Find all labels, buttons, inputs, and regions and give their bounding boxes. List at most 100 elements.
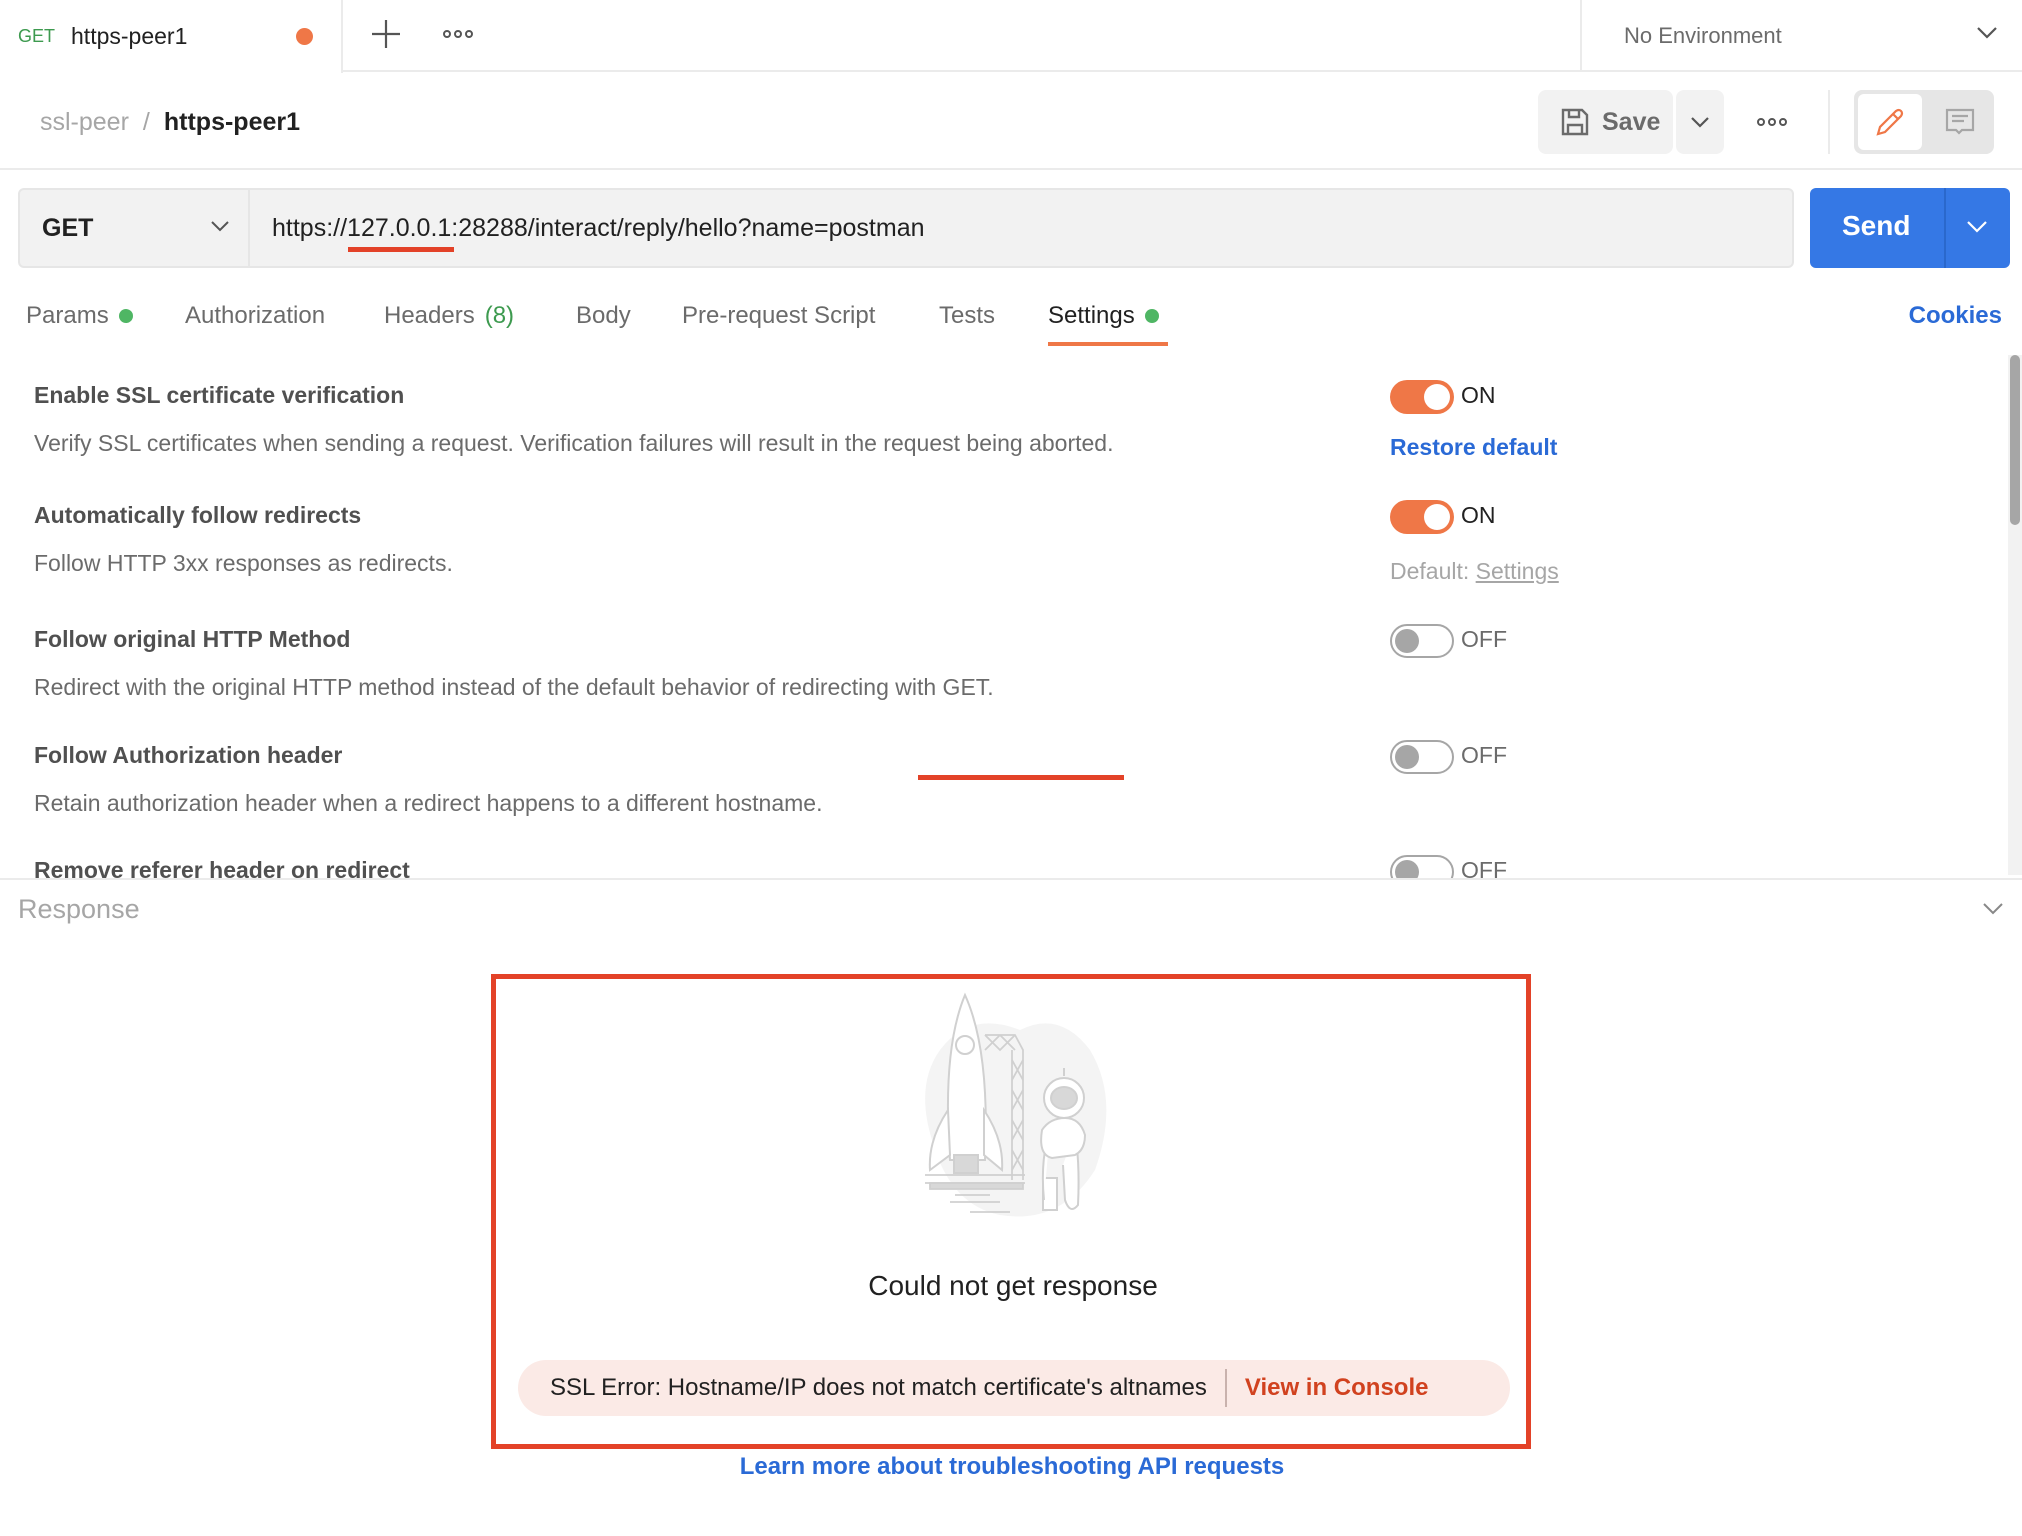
- setting-title: Enable SSL certificate verification: [34, 382, 405, 408]
- breadcrumb: ssl-peer / https-peer1: [40, 108, 300, 137]
- chevron-down-icon[interactable]: [1966, 220, 1988, 234]
- response-title: Response: [18, 894, 140, 924]
- ssl-verification-toggle[interactable]: [1390, 380, 1454, 414]
- follow-authorization-toggle[interactable]: [1390, 740, 1454, 774]
- tab-label: Body: [576, 302, 631, 329]
- method-select[interactable]: GET: [20, 190, 250, 266]
- green-dot-icon: [1144, 309, 1159, 323]
- chevron-down-icon: [1977, 27, 1997, 39]
- save-button[interactable]: Save: [1538, 90, 1673, 154]
- default-settings-link[interactable]: Settings: [1476, 558, 1559, 584]
- settings-panel: Enable SSL certificate verification Veri…: [0, 360, 2022, 878]
- view-in-console-link[interactable]: View in Console: [1245, 1374, 1429, 1402]
- response-message: Could not get response: [868, 1270, 1158, 1301]
- more-dot: [1779, 118, 1787, 126]
- tab-headers[interactable]: Headers (8): [384, 302, 514, 330]
- setting-title: Automatically follow redirects: [34, 502, 362, 528]
- tab-authorization[interactable]: Authorization: [185, 302, 325, 330]
- error-message: SSL Error: Hostname/IP does not match ce…: [550, 1374, 1207, 1401]
- url-bar: GET: [18, 188, 1794, 268]
- breadcrumb-separator: /: [142, 108, 150, 136]
- chevron-down-icon: [211, 221, 229, 232]
- breadcrumb-collection[interactable]: ssl-peer: [40, 108, 129, 137]
- toggle-state: ON: [1461, 502, 1496, 528]
- restore-default-link[interactable]: Restore default: [1390, 434, 1557, 461]
- setting-title: Remove referer header on redirect: [34, 857, 410, 878]
- tab-method: GET: [18, 26, 56, 46]
- tab-settings[interactable]: Settings: [1048, 302, 1159, 330]
- setting-description: Follow HTTP 3xx responses as redirects.: [34, 550, 453, 576]
- method-value: GET: [42, 213, 94, 242]
- setting-description: Verify SSL certificates when sending a r…: [34, 430, 1114, 456]
- setting-description: Retain authorization header when a redir…: [34, 790, 823, 816]
- unsaved-dot-icon: [296, 28, 313, 45]
- tab-label: Tests: [939, 302, 996, 329]
- tab-tests[interactable]: Tests: [939, 302, 995, 330]
- request-tab[interactable]: GET https-peer1: [0, 0, 343, 73]
- more-dot: [465, 30, 473, 38]
- environment-label: No Environment: [1624, 23, 1782, 48]
- view-mode-toggle: [1854, 90, 1994, 154]
- more-dot: [454, 30, 462, 38]
- setting-title: Follow original HTTP Method: [34, 626, 351, 652]
- default-prefix: Default:: [1390, 558, 1470, 584]
- learn-more-link[interactable]: Learn more about troubleshooting API req…: [0, 1453, 2022, 1481]
- toggle-state: ON: [1461, 382, 1496, 408]
- comments-button[interactable]: [1930, 94, 1990, 150]
- divider: [1944, 188, 1946, 268]
- remove-referer-toggle[interactable]: [1390, 855, 1454, 878]
- save-dropdown-button[interactable]: [1676, 90, 1724, 154]
- new-tab-button[interactable]: [368, 16, 404, 52]
- pencil-icon: [1876, 108, 1904, 136]
- setting-description: Redirect with the original HTTP method i…: [34, 674, 994, 700]
- request-more-button[interactable]: [1752, 108, 1792, 136]
- toggle-knob: [1424, 384, 1450, 410]
- scrollbar-thumb[interactable]: [2010, 355, 2020, 525]
- breadcrumb-request[interactable]: https-peer1: [164, 108, 300, 137]
- error-banner: SSL Error: Hostname/IP does not match ce…: [518, 1360, 1510, 1416]
- tab-bar: GET https-peer1 No Environment: [0, 0, 2022, 73]
- request-header: ssl-peer / https-peer1 Save: [0, 72, 2022, 170]
- toggle-state: OFF: [1461, 626, 1507, 652]
- tab-pre-request-script[interactable]: Pre-request Script: [682, 302, 875, 330]
- tab-label: Settings: [1048, 302, 1135, 329]
- divider: [1224, 1369, 1227, 1407]
- toggle-knob: [1424, 504, 1450, 530]
- annotation-underline: [348, 247, 454, 252]
- toggle-knob: [1395, 745, 1419, 769]
- request-tabs: Params Authorization Headers (8) Body Pr…: [0, 296, 2022, 350]
- plus-icon: [372, 20, 400, 48]
- tab-name: https-peer1: [71, 23, 188, 49]
- chevron-down-icon: [1691, 117, 1709, 128]
- more-horizontal-icon: [1757, 118, 1765, 126]
- tab-count: (8): [484, 302, 515, 329]
- environment-selector[interactable]: No Environment: [1580, 0, 2022, 72]
- rocket-astronaut-illustration: [925, 992, 1107, 1217]
- tab-body[interactable]: Body: [576, 302, 631, 330]
- green-dot-icon: [118, 309, 133, 323]
- more-horizontal-icon: [443, 30, 451, 38]
- chevron-down-icon[interactable]: [1982, 902, 2004, 916]
- url-input[interactable]: [272, 190, 1772, 266]
- divider: [1828, 90, 1830, 154]
- pane-divider[interactable]: [0, 878, 2022, 880]
- follow-redirects-toggle[interactable]: [1390, 500, 1454, 534]
- tab-label: Authorization: [185, 302, 326, 329]
- send-button[interactable]: Send: [1810, 188, 2010, 268]
- cookies-link[interactable]: Cookies: [1909, 302, 2002, 330]
- follow-original-method-toggle[interactable]: [1390, 624, 1454, 658]
- edit-mode-button[interactable]: [1858, 94, 1922, 150]
- comment-icon: [1945, 108, 1975, 135]
- tab-more-button[interactable]: [440, 20, 476, 48]
- floppy-disk-icon: [1561, 108, 1589, 136]
- toggle-knob: [1395, 860, 1419, 878]
- tab-label: Pre-request Script: [682, 302, 876, 329]
- default-label: Default: Settings: [1390, 558, 1559, 585]
- tab-label: Params: [26, 302, 109, 329]
- send-label: Send: [1842, 210, 1911, 241]
- setting-title: Follow Authorization header: [34, 742, 343, 768]
- tab-label: Headers: [384, 302, 475, 329]
- toggle-state: OFF: [1461, 857, 1507, 878]
- tab-params[interactable]: Params: [26, 302, 133, 330]
- more-dot: [1768, 118, 1776, 126]
